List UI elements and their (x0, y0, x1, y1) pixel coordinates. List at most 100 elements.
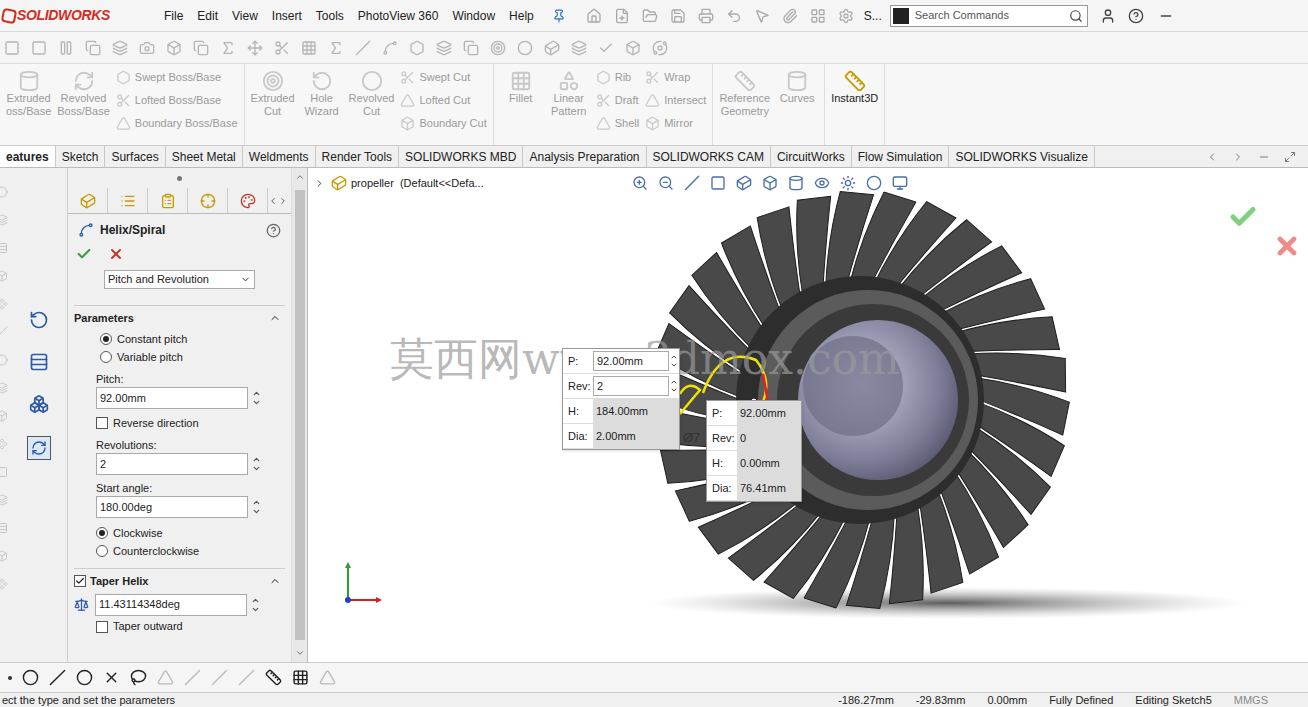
search-icon[interactable] (1069, 9, 1083, 23)
strip-icon[interactable] (0, 326, 8, 338)
view-tool-icon[interactable] (788, 175, 804, 191)
strip-icon[interactable] (0, 354, 8, 366)
tool-icon[interactable] (301, 40, 317, 56)
breadcrumb[interactable]: propeller (Default<<Defa... (351, 175, 484, 192)
reverse-direction-checkbox[interactable]: Reverse direction (96, 414, 285, 432)
strip-icon[interactable] (0, 186, 8, 198)
view-tool-icon[interactable] (710, 175, 726, 191)
checkbox-icon[interactable] (74, 575, 86, 587)
ribbon-button[interactable]: RevolvedCut (349, 70, 395, 118)
start-angle-input[interactable]: 180.00deg (96, 496, 248, 518)
taper-angle-input[interactable]: 11.43114348deg (95, 594, 247, 616)
cancel-icon[interactable] (108, 246, 124, 262)
command-tab[interactable]: SOLIDWORKS Visualize (949, 146, 1095, 167)
ribbon-button[interactable]: Fillet (500, 70, 542, 105)
view-tool-icon[interactable] (814, 175, 830, 191)
panel-tab[interactable] (148, 188, 188, 213)
callout-row[interactable]: P:92.00mm (563, 349, 679, 374)
ribbon-small-button[interactable]: Lofted Cut (400, 93, 486, 108)
sketch-tool-icon[interactable] (22, 669, 39, 686)
callout-row[interactable]: Dia:76.41mm (707, 476, 801, 501)
panel-scroll-right-icon[interactable] (278, 196, 288, 206)
sketch-tool-icon[interactable] (157, 669, 174, 686)
tool-icon[interactable] (463, 40, 479, 56)
tree-expand-icon[interactable] (314, 178, 325, 189)
type-select[interactable]: Pitch and Revolution (104, 270, 255, 289)
spinner-icon[interactable] (252, 455, 261, 473)
ribbon-small-button[interactable]: Swept Boss/Base (116, 70, 238, 85)
command-tab[interactable]: Analysis Preparation (523, 146, 646, 167)
tool-icon[interactable] (85, 40, 101, 56)
diameter-dimension[interactable]: Ø7 (683, 428, 700, 448)
strip-icon[interactable] (0, 494, 8, 506)
sketch-tool-icon[interactable] (265, 669, 282, 686)
confirm-corner-cancel-icon[interactable] (1273, 232, 1301, 260)
menu-item[interactable]: Edit (197, 7, 218, 25)
ribbon-button[interactable]: LinearPattern (548, 70, 590, 118)
sketch-tool-icon[interactable] (184, 669, 201, 686)
ribbon-small-button[interactable]: Lofted Boss/Base (116, 93, 238, 108)
propeller-model-icon[interactable] (308, 168, 1308, 662)
helix-callout[interactable]: P:92.00mmRev:0H:0.00mmDia:76.41mm (706, 400, 802, 502)
ribbon-button[interactable]: ExtrudedCut (251, 70, 295, 118)
toolbar-icon[interactable] (698, 8, 714, 24)
minimize-icon[interactable] (1158, 8, 1174, 24)
ribbon-button[interactable]: HoleWizard (301, 70, 343, 118)
point-tool-icon[interactable] (8, 676, 12, 680)
direction-radio[interactable]: Clockwise (96, 524, 285, 542)
sketch-tool-icon[interactable] (319, 669, 336, 686)
tool-icon[interactable] (598, 40, 614, 56)
ribbon-small-button[interactable]: Intersect (645, 93, 706, 108)
command-tab[interactable]: Sketch (56, 146, 106, 167)
menu-item[interactable]: File (164, 7, 183, 25)
config-icon[interactable] (29, 394, 49, 414)
sketch-mode-icon[interactable] (27, 436, 51, 460)
pitch-mode-radio[interactable]: Constant pitch (100, 330, 285, 348)
section-header[interactable]: Parameters (74, 310, 285, 327)
spinner-icon[interactable] (669, 349, 679, 373)
spinner-icon[interactable] (669, 374, 679, 398)
ribbon-small-button[interactable]: Draft (596, 93, 639, 108)
view-tool-icon[interactable] (840, 175, 856, 191)
status-field[interactable]: MMGS (1234, 694, 1268, 707)
sketch-tool-icon[interactable] (103, 669, 120, 686)
toolbar-icon[interactable] (810, 8, 826, 24)
view-tool-icon[interactable] (762, 175, 778, 191)
callout-row[interactable]: P:92.00mm (707, 401, 801, 426)
callout-row[interactable]: H:0.00mm (707, 451, 801, 476)
command-tab[interactable]: SOLIDWORKS CAM (647, 146, 771, 167)
ribbon-small-button[interactable]: Boundary Cut (400, 116, 486, 131)
tool-icon[interactable] (139, 40, 155, 56)
panel-tab[interactable] (68, 188, 108, 213)
pitch-input[interactable]: 92.00mm (96, 387, 248, 409)
tool-icon[interactable] (193, 40, 209, 56)
ribbon-button[interactable]: RevolvedBoss/Base (57, 70, 110, 118)
ok-icon[interactable] (76, 246, 92, 262)
tool-icon[interactable] (166, 40, 182, 56)
ribbon-small-button[interactable]: Swept Cut (400, 70, 486, 85)
tool-icon[interactable] (58, 40, 74, 56)
strip-icon[interactable] (0, 522, 8, 534)
sketch-tool-icon[interactable] (292, 669, 309, 686)
tool-icon[interactable] (31, 40, 47, 56)
command-tab[interactable]: Surfaces (105, 146, 165, 167)
panel-tab[interactable] (108, 188, 148, 213)
tool-icon[interactable] (247, 40, 263, 56)
toolbar-icon[interactable] (586, 8, 602, 24)
command-tab[interactable]: SOLIDWORKS MBD (399, 146, 523, 167)
menu-item[interactable]: View (232, 7, 258, 25)
overflow-label[interactable]: S... (864, 7, 882, 25)
toolbar-icon[interactable] (838, 8, 854, 24)
tab-scroll-right-icon[interactable] (1232, 151, 1244, 163)
ribbon-small-button[interactable]: Shell (596, 116, 639, 131)
view-tool-icon[interactable] (892, 175, 908, 191)
ribbon-small-button[interactable]: Mirror (645, 116, 706, 131)
view-tool-icon[interactable] (736, 175, 752, 191)
tool-icon[interactable] (274, 40, 290, 56)
ribbon-button[interactable]: ReferenceGeometry (719, 70, 770, 118)
command-tab[interactable]: Sheet Metal (166, 146, 243, 167)
sketch-tool-icon[interactable] (238, 669, 255, 686)
panel-scroll-left-icon[interactable] (268, 196, 278, 206)
ribbon-button[interactable]: Instant3D (831, 70, 878, 105)
toolbar-icon[interactable] (726, 8, 742, 24)
